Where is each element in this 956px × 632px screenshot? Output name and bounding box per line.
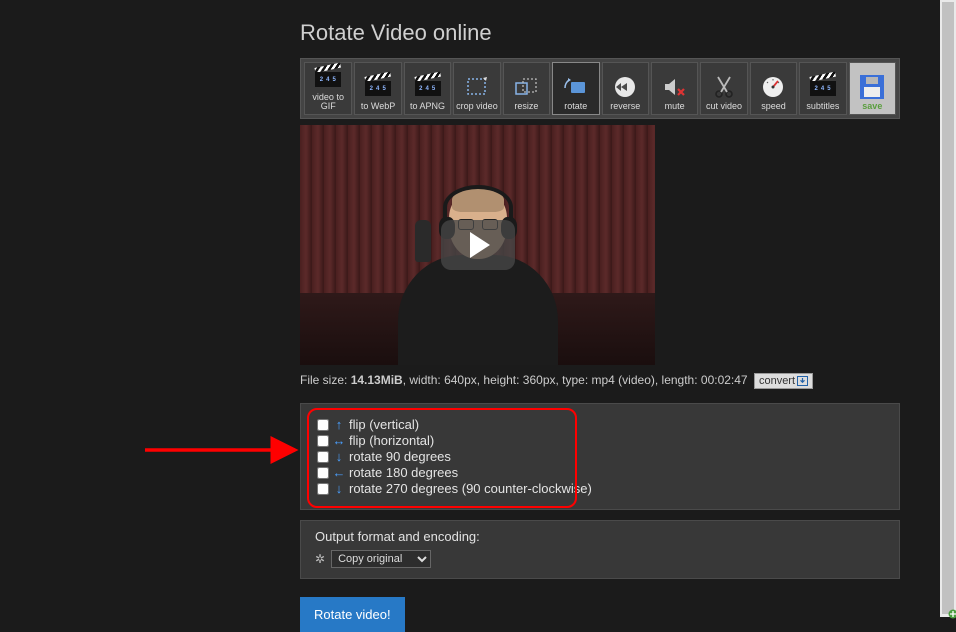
clapper-icon: 2 4 5	[315, 63, 341, 93]
tool-to-apng[interactable]: 2 4 5to APNG	[404, 62, 451, 115]
save-icon	[860, 72, 884, 102]
tool-crop-video[interactable]: crop video	[453, 62, 500, 115]
option-label: rotate 270 degrees (90 counter-clockwise…	[349, 481, 592, 496]
checkbox-flip-vertical[interactable]	[317, 419, 329, 431]
encoding-title: Output format and encoding:	[315, 529, 885, 544]
tool-to-webp[interactable]: 2 4 5to WebP	[354, 62, 401, 115]
file-info: File size: 14.13MiB, width: 640px, heigh…	[300, 373, 900, 389]
encoding-select[interactable]: Copy original	[331, 550, 431, 568]
checkbox-rotate-180[interactable]	[317, 467, 329, 479]
tool-subtitles[interactable]: 2 4 5subtitles	[799, 62, 846, 115]
tool-label: rotate	[564, 102, 587, 111]
tool-label: save	[862, 102, 882, 111]
scrollbar-thumb[interactable]	[942, 2, 954, 614]
tool-label: video to GIF	[305, 93, 351, 111]
page-title: Rotate Video online	[300, 20, 900, 46]
toolbar: 2 4 5video to GIF 2 4 5to WebP 2 4 5to A…	[300, 58, 900, 119]
tool-label: subtitles	[806, 102, 839, 111]
tool-label: mute	[665, 102, 685, 111]
tool-reverse[interactable]: reverse	[602, 62, 649, 115]
tool-label: to APNG	[410, 102, 445, 111]
rotate-options-panel: ↑ flip (vertical) ↔ flip (horizontal) ↓ rot…	[300, 403, 900, 510]
file-size-value: 14.13MiB	[351, 373, 403, 387]
rotate-video-button[interactable]: Rotate video!	[300, 597, 405, 632]
arrow-down-icon: ↓	[334, 449, 344, 464]
arrow-up-icon: ↑	[334, 417, 344, 432]
tool-label: speed	[761, 102, 786, 111]
speed-icon	[760, 72, 786, 102]
option-label: flip (vertical)	[349, 417, 419, 432]
mute-icon	[662, 72, 688, 102]
main-content: Rotate Video online 2 4 5video to GIF 2 …	[300, 0, 900, 632]
option-label: rotate 180 degrees	[349, 465, 458, 480]
clapper-icon: 2 4 5	[365, 72, 391, 102]
clapper-icon: 2 4 5	[415, 72, 441, 102]
video-preview[interactable]	[300, 125, 655, 365]
play-button[interactable]	[441, 220, 515, 270]
convert-button[interactable]: convert	[754, 373, 813, 389]
tool-speed[interactable]: speed	[750, 62, 797, 115]
arrow-leftright-icon: ↔	[334, 433, 344, 448]
scissors-icon	[713, 72, 735, 102]
tool-mute[interactable]: mute	[651, 62, 698, 115]
tool-save[interactable]: save	[849, 62, 896, 115]
encoding-panel: Output format and encoding: ✲ Copy origi…	[300, 520, 900, 579]
checkbox-flip-horizontal[interactable]	[317, 435, 329, 447]
arrow-left-icon: ←	[334, 465, 344, 480]
checkbox-rotate-270[interactable]	[317, 483, 329, 495]
option-flip-vertical[interactable]: ↑ flip (vertical)	[317, 417, 883, 432]
tool-label: resize	[514, 102, 538, 111]
resize-icon	[514, 72, 538, 102]
option-rotate-270[interactable]: ↓ rotate 270 degrees (90 counter-clockwis…	[317, 481, 883, 496]
reverse-icon	[612, 72, 638, 102]
download-icon	[797, 376, 808, 386]
tool-label: reverse	[610, 102, 640, 111]
option-rotate-180[interactable]: ← rotate 180 degrees	[317, 465, 883, 480]
tool-video-to-gif[interactable]: 2 4 5video to GIF	[304, 62, 352, 115]
crop-icon	[465, 72, 489, 102]
tool-label: to WebP	[361, 102, 395, 111]
tool-cut-video[interactable]: cut video	[700, 62, 747, 115]
rotate-icon	[563, 72, 589, 102]
option-flip-horizontal[interactable]: ↔ flip (horizontal)	[317, 433, 883, 448]
option-label: flip (horizontal)	[349, 433, 434, 448]
tool-rotate[interactable]: rotate	[552, 62, 599, 115]
convert-label: convert	[759, 375, 795, 387]
option-rotate-90[interactable]: ↓ rotate 90 degrees	[317, 449, 883, 464]
gear-icon[interactable]: ✲	[315, 552, 325, 566]
option-label: rotate 90 degrees	[349, 449, 451, 464]
annotation-arrow	[140, 420, 310, 480]
tool-label: crop video	[456, 102, 498, 111]
tool-resize[interactable]: resize	[503, 62, 550, 115]
checkbox-rotate-90[interactable]	[317, 451, 329, 463]
subtitles-icon: 2 4 5	[810, 72, 836, 102]
play-icon	[470, 232, 490, 258]
scrollbar[interactable]	[940, 0, 956, 617]
file-info-prefix: File size:	[300, 373, 351, 387]
arrow-down-icon: ↓	[334, 481, 344, 496]
file-info-rest: , width: 640px, height: 360px, type: mp4…	[403, 373, 748, 387]
tool-label: cut video	[706, 102, 742, 111]
